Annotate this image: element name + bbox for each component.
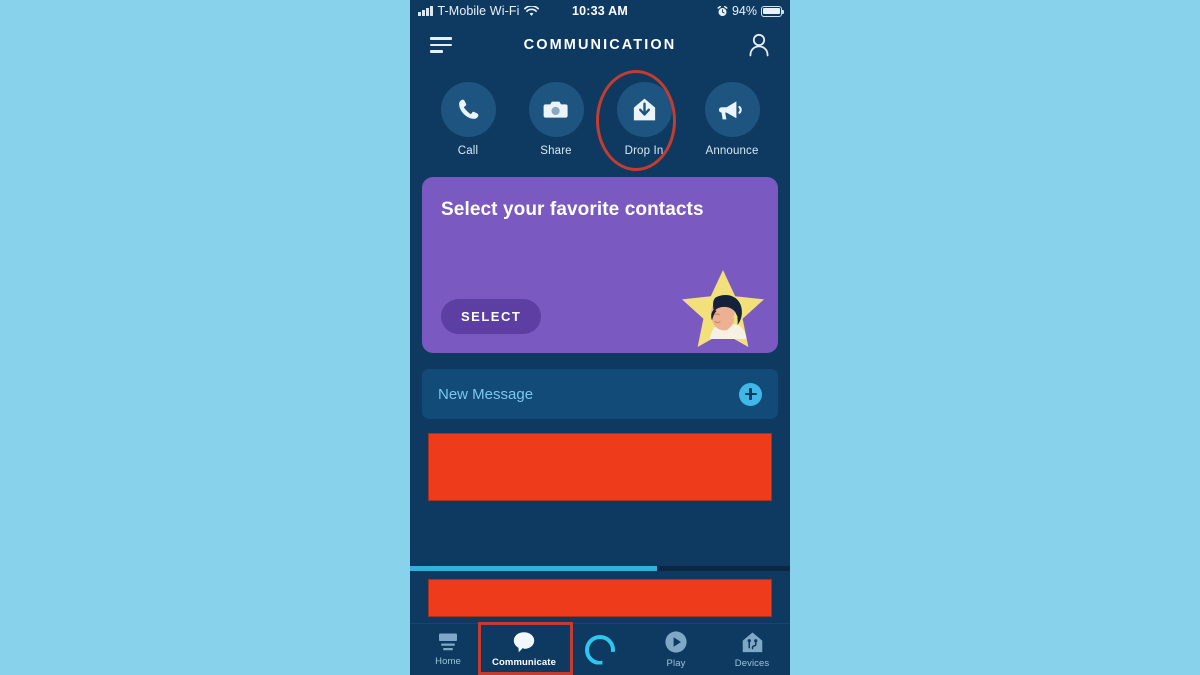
bottom-tab-bar: Home Communicate Play Devices [410,623,790,675]
status-bar-right: 94% [717,4,785,18]
promo-card-title: Select your favorite contacts [441,199,704,220]
megaphone-icon [719,98,745,122]
drop-in-label: Drop In [624,145,664,157]
alexa-ring-icon [585,634,615,665]
devices-house-icon [741,631,764,654]
screenshot-canvas: T-Mobile Wi-Fi 10:33 AM 94% COMMUNICATIO… [0,0,1200,675]
tab-devices-label: Devices [734,657,770,669]
alarm-clock-icon [717,5,728,17]
tab-communicate[interactable]: Communicate [486,624,562,675]
status-bar: T-Mobile Wi-Fi 10:33 AM 94% [410,0,790,22]
share-button[interactable] [528,82,584,137]
drop-in-icon [632,97,657,122]
app-header: COMMUNICATION [410,22,790,68]
new-message-row[interactable]: New Message [422,369,778,419]
quick-action-call[interactable]: Call [428,82,508,157]
tab-home-label: Home [435,656,461,667]
carrier-label: T-Mobile Wi-Fi [437,4,520,18]
progress-track[interactable] [410,566,790,571]
phone-screen: T-Mobile Wi-Fi 10:33 AM 94% COMMUNICATIO… [410,0,790,675]
plus-circle-icon[interactable] [739,382,762,406]
announce-label: Announce [705,145,759,157]
tab-play-label: Play [666,658,686,669]
camera-icon [543,98,569,122]
quick-action-drop-in[interactable]: Drop In [604,82,684,157]
tab-devices[interactable]: Devices [714,624,790,675]
quick-actions-row: Call Share Drop In Announce [410,68,790,165]
quick-action-announce[interactable]: Announce [692,82,772,157]
home-icon [436,632,460,652]
share-label: Share [540,145,572,157]
speech-bubble-icon [512,631,536,653]
redacted-content-block [428,433,772,501]
cellular-bars-icon [418,6,433,16]
tab-home[interactable]: Home [410,624,486,675]
tab-communicate-label: Communicate [492,657,556,668]
call-label: Call [457,145,479,157]
call-button[interactable] [440,82,496,137]
announce-button[interactable] [704,82,760,137]
new-message-label: New Message [438,385,534,403]
person-icon[interactable] [748,33,770,57]
wifi-icon [524,5,540,17]
phone-icon [456,97,481,122]
tab-alexa[interactable] [562,624,638,675]
battery-icon [761,5,785,17]
tab-play[interactable]: Play [638,624,714,675]
progress-fill [410,566,657,571]
select-button[interactable]: SELECT [441,299,542,334]
battery-percent-label: 94% [731,4,757,18]
status-bar-left: T-Mobile Wi-Fi [418,4,540,18]
drop-in-button[interactable] [616,82,672,137]
favorite-contacts-card: Select your favorite contacts SELECT [422,177,778,353]
page-title: COMMUNICATION [523,37,677,53]
play-icon [664,630,688,654]
redacted-content-block [428,579,772,617]
star-with-face-icon [677,267,769,353]
hamburger-menu-icon[interactable] [430,37,452,53]
quick-action-share[interactable]: Share [516,82,596,157]
